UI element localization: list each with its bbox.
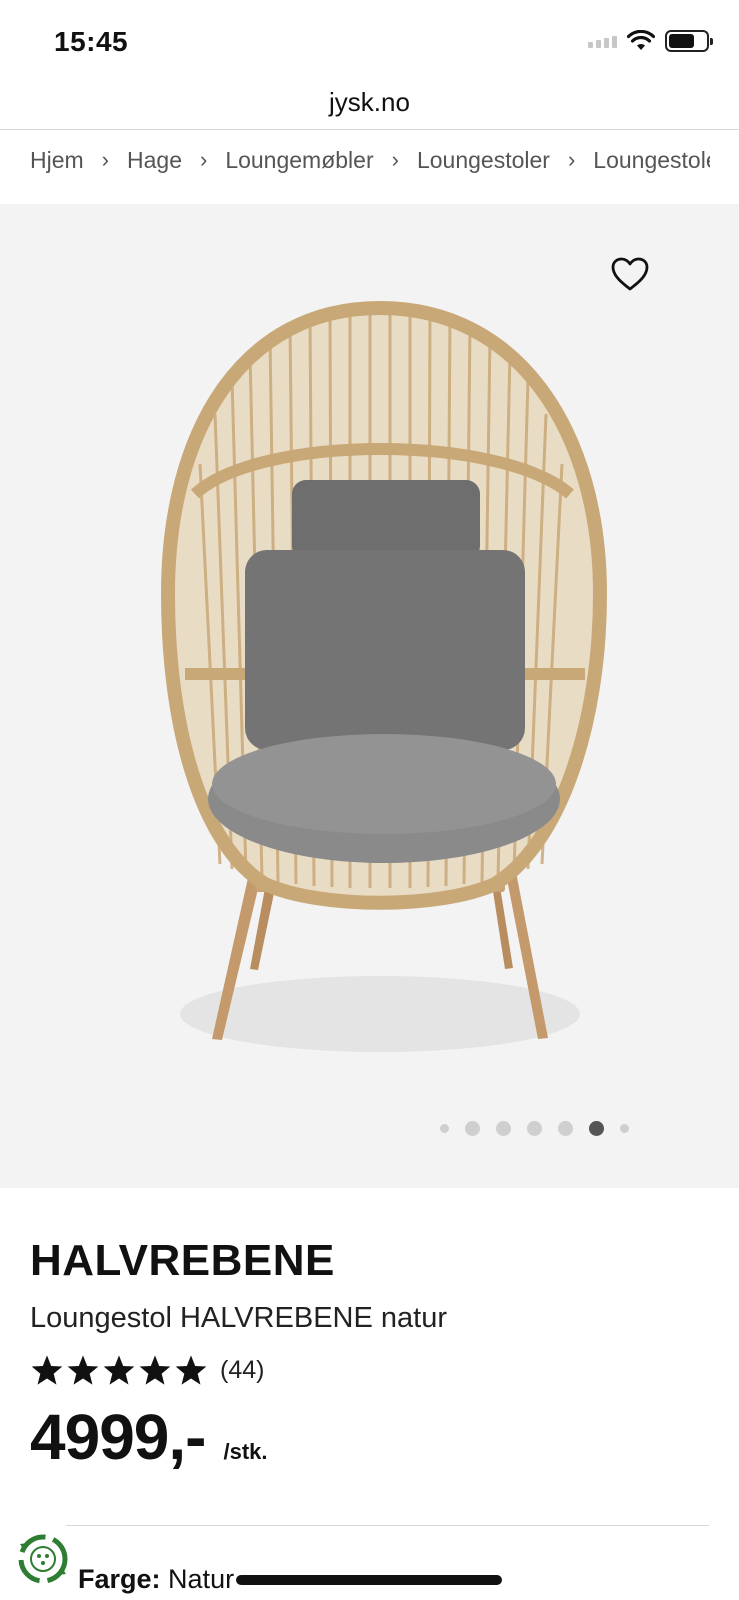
divider bbox=[66, 1525, 709, 1526]
review-count[interactable]: (44) bbox=[220, 1356, 264, 1385]
sustainability-badge-icon[interactable] bbox=[14, 1530, 72, 1588]
breadcrumb-item-hjem[interactable]: Hjem bbox=[30, 147, 84, 174]
star-icon bbox=[175, 1355, 207, 1385]
carousel-indicator bbox=[432, 1121, 637, 1136]
product-subtitle: Loungestol HALVREBENE natur bbox=[30, 1302, 447, 1334]
carousel-dot[interactable] bbox=[496, 1121, 511, 1136]
product-name: HALVREBENE bbox=[30, 1236, 335, 1285]
star-icon bbox=[139, 1355, 171, 1385]
color-label: Farge: bbox=[78, 1564, 161, 1594]
status-icons bbox=[588, 30, 713, 52]
cellular-signal-icon bbox=[588, 34, 617, 48]
carousel-dot[interactable] bbox=[620, 1124, 629, 1133]
product-rating[interactable]: (44) bbox=[30, 1354, 264, 1386]
color-value: Natur bbox=[168, 1564, 235, 1594]
product-image bbox=[160, 300, 608, 1052]
chevron-right-icon: › bbox=[391, 147, 399, 172]
status-bar: 15:45 bbox=[0, 0, 739, 88]
breadcrumb-item-hage[interactable]: Hage bbox=[127, 147, 182, 174]
price-unit: /stk. bbox=[223, 1439, 268, 1464]
carousel-dot-active[interactable] bbox=[589, 1121, 604, 1136]
breadcrumb-item-loungestoler[interactable]: Loungestoler bbox=[417, 147, 550, 174]
divider bbox=[0, 129, 739, 130]
home-indicator[interactable] bbox=[236, 1575, 502, 1585]
wifi-icon bbox=[627, 30, 655, 50]
color-attribute: Farge: Natur bbox=[78, 1564, 234, 1595]
star-icon bbox=[31, 1355, 63, 1385]
star-icon bbox=[67, 1355, 99, 1385]
chevron-right-icon: › bbox=[199, 147, 208, 172]
product-price: 4999,- bbox=[30, 1401, 206, 1473]
carousel-dot[interactable] bbox=[558, 1121, 573, 1136]
carousel-dot[interactable] bbox=[465, 1121, 480, 1136]
product-image-gallery[interactable] bbox=[0, 204, 739, 1188]
rating-stars bbox=[30, 1354, 208, 1386]
heart-outline-icon[interactable] bbox=[610, 256, 650, 292]
breadcrumb: Hjem › Hage › Loungemøbler › Loungestole… bbox=[30, 140, 710, 180]
breadcrumb-item-loungemobler[interactable]: Loungemøbler bbox=[225, 147, 373, 174]
carousel-dot[interactable] bbox=[527, 1121, 542, 1136]
chevron-right-icon: › bbox=[567, 147, 576, 172]
carousel-dot[interactable] bbox=[440, 1124, 449, 1133]
star-icon bbox=[103, 1355, 135, 1385]
address-bar[interactable]: jysk.no bbox=[0, 82, 739, 130]
chevron-right-icon: › bbox=[101, 147, 109, 172]
status-time: 15:45 bbox=[54, 26, 129, 57]
battery-icon bbox=[665, 30, 713, 52]
breadcrumb-item-current[interactable]: Loungestoler bbox=[593, 147, 710, 174]
price-row: 4999,- /stk. bbox=[30, 1400, 268, 1474]
